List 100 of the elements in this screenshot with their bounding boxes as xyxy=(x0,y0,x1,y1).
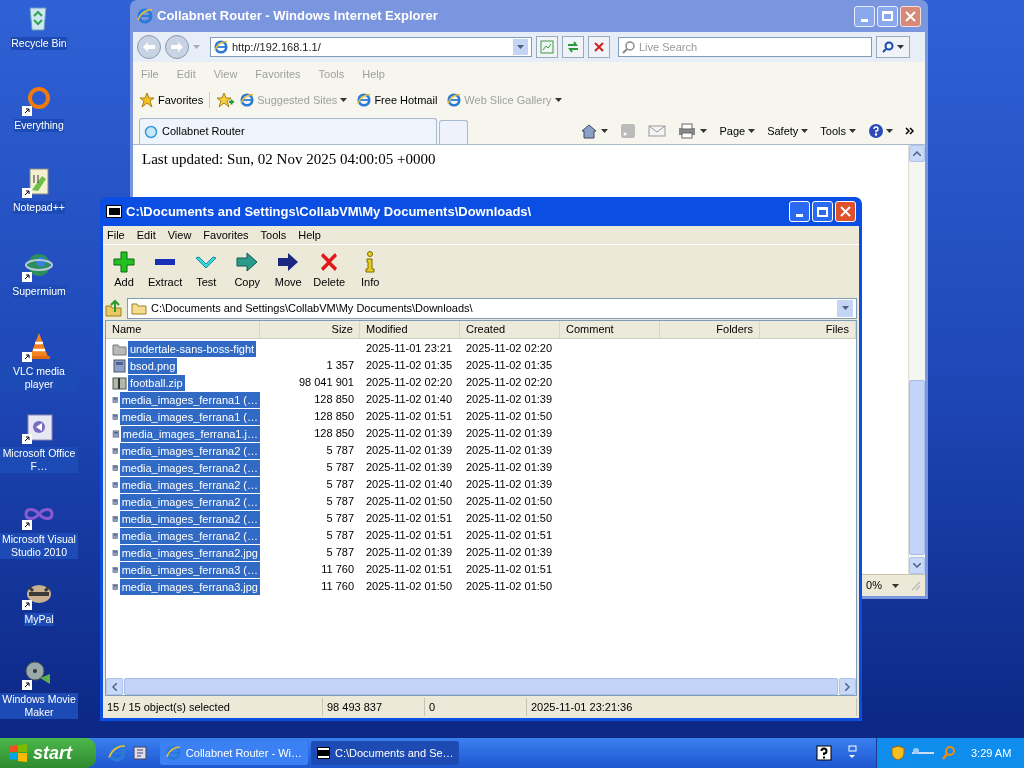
menu-item[interactable]: View xyxy=(167,226,192,244)
search-field[interactable]: Live Search xyxy=(618,37,872,57)
horizontal-scrollbar[interactable] xyxy=(106,678,856,695)
file-name[interactable]: media_images_ferrana1 (… xyxy=(119,408,260,425)
command-menu[interactable]: Tools xyxy=(820,122,856,140)
icon-label[interactable]: Windows Movie Maker xyxy=(0,693,78,719)
table-cell-text: 5 787 xyxy=(325,511,355,527)
column-header[interactable]: Modified xyxy=(360,321,460,338)
table-cell-text: 2025-11-02 01:51 xyxy=(365,409,454,425)
printer-icon xyxy=(678,123,697,139)
file-name[interactable]: media_images_ferrana2 (… xyxy=(119,476,260,493)
search-button[interactable] xyxy=(876,36,910,58)
file-name[interactable]: media_images_ferrana1.j… xyxy=(120,425,260,442)
refresh-icon xyxy=(566,40,580,54)
command-menu[interactable]: Safety xyxy=(767,122,809,140)
toolbar-button[interactable]: Move xyxy=(269,250,308,291)
browser-tab[interactable]: Collabnet Router xyxy=(139,118,437,144)
compatibility-button[interactable] xyxy=(536,36,558,58)
chevron-icon[interactable] xyxy=(905,126,915,136)
column-header[interactable]: Size xyxy=(260,321,360,338)
stop-button[interactable] xyxy=(588,36,610,58)
table-cell-text: 2025-11-02 01:39 xyxy=(465,460,554,476)
folder-up-icon[interactable] xyxy=(105,299,123,317)
back-button[interactable] xyxy=(137,35,161,59)
icon-label[interactable]: Everything xyxy=(14,119,64,132)
toolbar-button[interactable]: Extract xyxy=(146,250,185,291)
file-name[interactable]: media_images_ferrana3 (… xyxy=(119,561,260,578)
home-button[interactable] xyxy=(581,123,609,139)
address-field[interactable]: http://192.168.1.1/ xyxy=(210,37,532,57)
file-name[interactable]: undertale-sans-boss-fight xyxy=(128,340,257,357)
favorites-link[interactable]: Free Hotmail xyxy=(357,91,438,109)
path-field[interactable]: C:\Documents and Settings\CollabVM\My Documents\Downloads\ xyxy=(127,297,857,319)
table-cell-text: 2025-11-02 01:51 xyxy=(365,511,454,527)
file-name[interactable]: media_images_ferrana2 (… xyxy=(119,442,260,459)
help-icon[interactable] xyxy=(816,745,832,761)
add-favorite-icon[interactable] xyxy=(216,92,235,108)
search-input[interactable]: Live Search xyxy=(639,38,868,56)
icon-label[interactable]: MyPal xyxy=(24,613,54,626)
help-button[interactable] xyxy=(868,123,893,139)
taskbar-button[interactable]: C:\Documents and Se… xyxy=(311,741,459,765)
menu-item[interactable]: File xyxy=(107,226,125,244)
desktop-icon[interactable] xyxy=(132,745,148,761)
icon-label[interactable]: VLC media player xyxy=(0,365,78,391)
table-cell-text: 2025-11-02 01:39 xyxy=(365,426,454,442)
refresh-button[interactable] xyxy=(562,36,584,58)
toolbar-button[interactable]: Info xyxy=(351,250,390,291)
file-name[interactable]: media_images_ferrana2 (… xyxy=(119,527,260,544)
icon-label[interactable]: Notepad++ xyxy=(13,201,65,214)
column-header[interactable]: Files xyxy=(760,321,856,338)
favorites-button[interactable]: Favorites xyxy=(139,91,211,109)
maximize-button[interactable] xyxy=(877,5,898,27)
file-name[interactable]: media_images_ferrana2.jpg xyxy=(119,544,260,561)
menu-item[interactable]: Help xyxy=(298,226,321,244)
scroll-up-icon[interactable] xyxy=(913,151,921,156)
file-name[interactable]: bsod.png xyxy=(128,357,178,374)
column-header[interactable]: Folders xyxy=(660,321,760,338)
toolbar-button[interactable]: Copy xyxy=(228,250,267,291)
page-text: Last updated: Sun, 02 Nov 2025 04:00:05 +0000 xyxy=(142,150,437,169)
file-name[interactable]: football.zip xyxy=(128,374,185,391)
menu-item[interactable]: Edit xyxy=(136,226,156,244)
close-button[interactable] xyxy=(900,5,921,27)
icon-label[interactable]: Supermium xyxy=(12,285,66,298)
forward-button[interactable] xyxy=(165,35,189,59)
menu-item[interactable]: Favorites xyxy=(203,226,249,244)
scroll-left-icon[interactable] xyxy=(112,682,117,691)
toolbar-button[interactable]: Delete xyxy=(310,250,349,291)
column-header[interactable]: Name xyxy=(106,321,260,338)
file-name[interactable]: media_images_ferrana1 (… xyxy=(119,391,260,408)
scroll-right-icon[interactable] xyxy=(845,682,850,691)
table-cell-text: 1 357 xyxy=(325,358,355,374)
taskbar-button[interactable]: Collabnet Router - Wi… xyxy=(160,741,308,765)
minimize-button[interactable] xyxy=(854,5,875,27)
column-header[interactable]: Created xyxy=(460,321,560,338)
icon-label[interactable]: Microsoft Office F… xyxy=(0,447,78,473)
icon-label[interactable]: Recycle Bin xyxy=(11,37,67,50)
minus-icon xyxy=(155,259,176,266)
file-name[interactable]: media_images_ferrana2 (… xyxy=(119,510,260,527)
search-icon xyxy=(882,41,894,53)
command-menu[interactable]: Page xyxy=(719,122,756,140)
expand-icon[interactable] xyxy=(846,745,858,761)
file-name[interactable]: media_images_ferrana2 (… xyxy=(119,493,260,510)
file-name[interactable]: media_images_ferrana2 (… xyxy=(119,459,260,476)
column-header[interactable]: Comment xyxy=(560,321,660,338)
toolbar-button[interactable]: Add xyxy=(105,250,143,291)
table-cell-text: 2025-11-02 01:39 xyxy=(365,545,454,561)
vertical-scrollbar[interactable] xyxy=(908,145,925,574)
table-cell-text: 2025-11-02 01:35 xyxy=(365,358,454,374)
mail-icon[interactable] xyxy=(648,124,667,138)
resize-grip-icon xyxy=(911,580,921,591)
table-cell-text: 2025-11-02 01:39 xyxy=(365,443,454,459)
file-name[interactable]: media_images_ferrana3.jpg xyxy=(119,578,260,595)
dropdown-button[interactable] xyxy=(513,39,528,55)
zoom-level[interactable]: 0% xyxy=(866,577,899,594)
scroll-down-icon[interactable] xyxy=(913,563,921,568)
menu-item[interactable]: Tools xyxy=(260,226,287,244)
icon-label[interactable]: Microsoft Visual Studio 2010 xyxy=(0,533,78,559)
print-button[interactable] xyxy=(678,123,708,139)
shield-icon[interactable] xyxy=(891,745,905,761)
toolbar-button[interactable]: Test xyxy=(187,250,226,291)
dropdown-button[interactable] xyxy=(837,299,853,317)
